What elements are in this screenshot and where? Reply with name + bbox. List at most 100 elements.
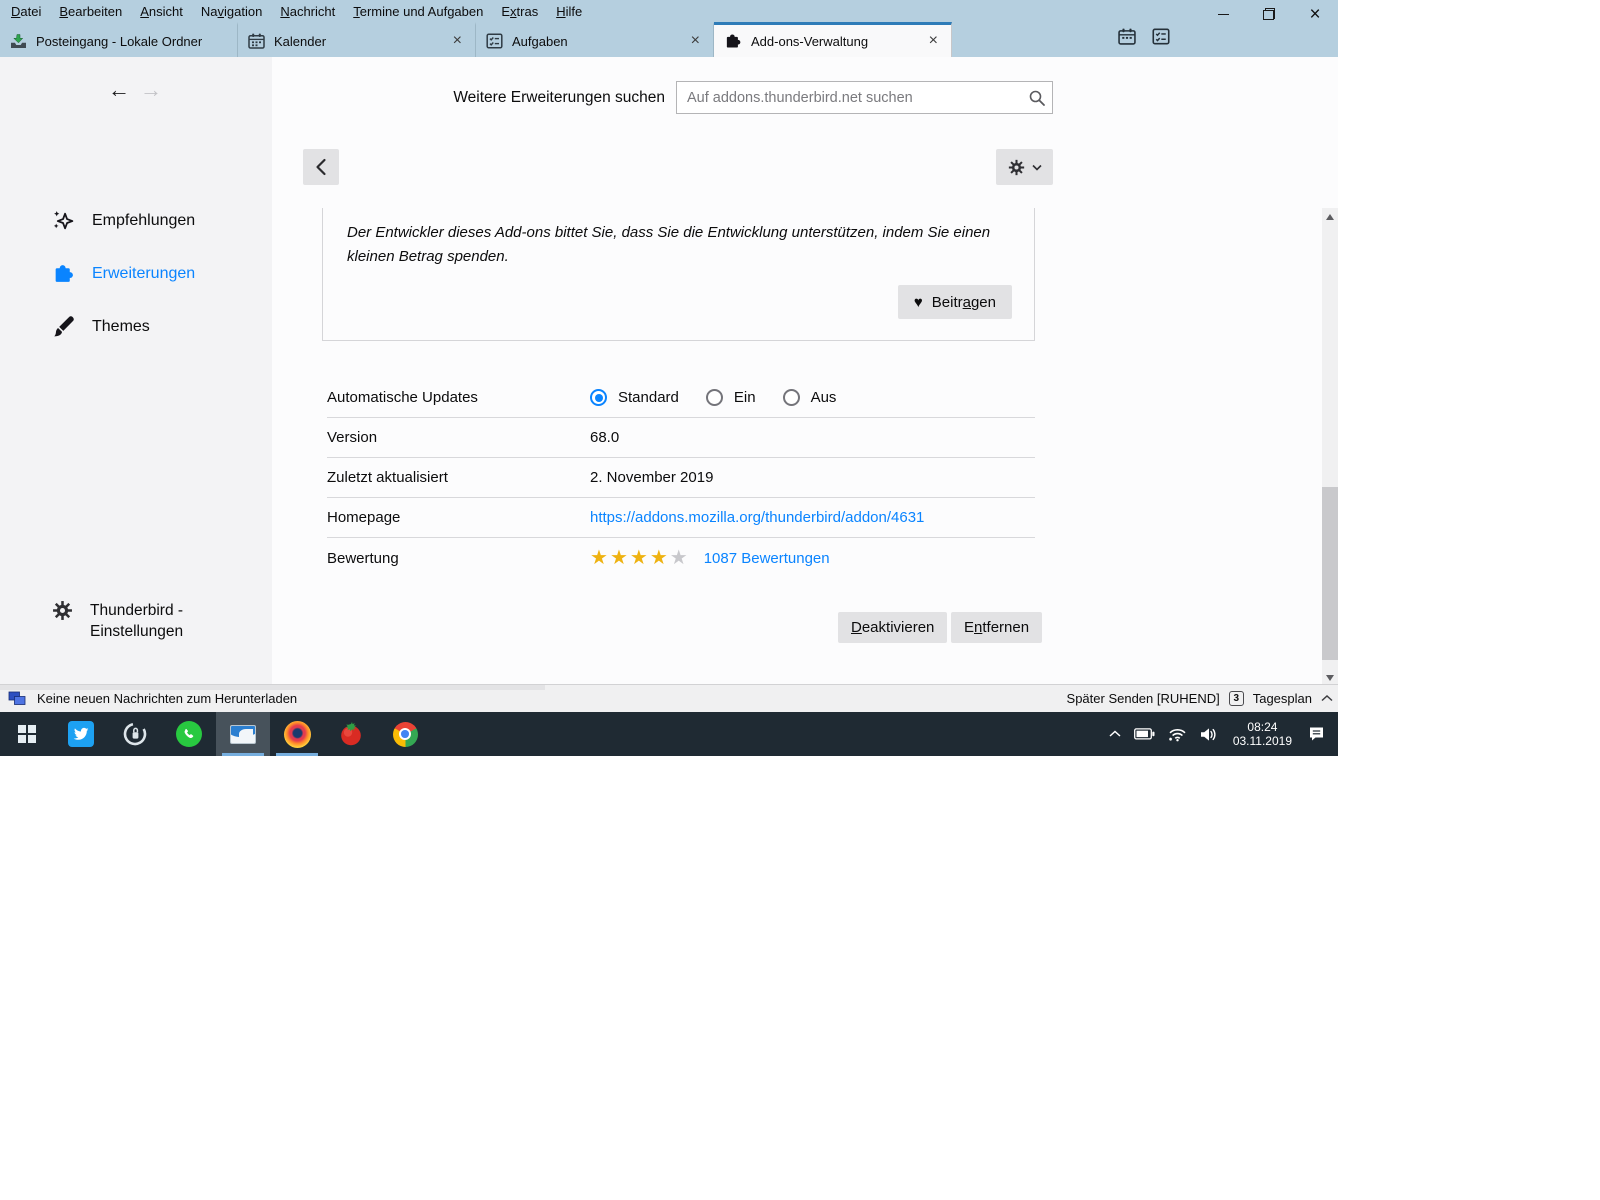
radio-standard[interactable]: Standard	[590, 389, 679, 406]
tab-kalender[interactable]: Kalender ×	[238, 22, 476, 57]
g-lock-icon	[123, 722, 147, 746]
row-label: Homepage	[327, 509, 401, 526]
addons-search-input[interactable]	[676, 81, 1053, 114]
taskbar-chrome[interactable]	[378, 712, 432, 756]
tab-label: Aufgaben	[512, 33, 568, 49]
puzzle-icon	[55, 265, 73, 282]
scrollbar-thumb[interactable]	[1322, 487, 1338, 660]
back-arrow-icon[interactable]: ←	[108, 77, 130, 103]
menu-bearbeiten[interactable]: Bearbeiten	[50, 1, 131, 22]
taskbar-tomato-app[interactable]	[324, 712, 378, 756]
later-send-status: Später Senden [RUHEND]	[1066, 691, 1220, 706]
desktop-screenshot: Datei Bearbeiten Ansicht Navigation Nach…	[0, 0, 1600, 1200]
sidebar-item-label: Erweiterungen	[92, 264, 196, 282]
taskbar-thunderbird[interactable]	[216, 712, 270, 756]
quick-toolbar	[1118, 28, 1170, 45]
contribute-button[interactable]: ♥ Beitragen	[897, 285, 1012, 319]
calendar-icon	[248, 33, 265, 49]
radio-icon[interactable]	[705, 389, 723, 406]
clock-time: 08:24	[1247, 720, 1278, 734]
radio-icon[interactable]	[782, 389, 800, 406]
radio-icon[interactable]	[590, 389, 607, 406]
chrome-icon	[392, 721, 418, 747]
sidebar-item-settings[interactable]: Thunderbird - Einstellungen	[52, 600, 222, 642]
tab-close-icon[interactable]: ×	[688, 33, 703, 49]
tab-posteingang[interactable]: Posteingang - Lokale Ordner	[0, 22, 238, 57]
menu-hilfe[interactable]: Hilfe	[547, 1, 591, 22]
tab-close-icon[interactable]: ×	[926, 33, 941, 49]
scroll-up-button[interactable]	[1322, 208, 1338, 225]
menu-datei[interactable]: Datei	[2, 1, 50, 22]
radio-ein[interactable]: Ein	[705, 389, 756, 406]
history-nav: ← →	[108, 77, 162, 103]
chevron-left-icon	[316, 158, 326, 176]
menu-extras[interactable]: Extras	[492, 1, 547, 22]
row-homepage: Homepage https://addons.mozilla.org/thun…	[327, 498, 1035, 538]
taskbar-whatsapp[interactable]	[162, 712, 216, 756]
wifi-icon[interactable]	[1168, 727, 1187, 742]
auto-updates-radio-group: Standard Ein Aus	[590, 389, 863, 406]
radio-label: Aus	[810, 389, 837, 406]
sidebar-item-erweiterungen[interactable]: Erweiterungen	[0, 247, 272, 300]
taskbar-g-lock-app[interactable]	[108, 712, 162, 756]
rating-stars: ★★★★★	[590, 548, 690, 568]
action-center-icon[interactable]	[1308, 726, 1325, 742]
tasks-quick-icon[interactable]	[1152, 28, 1170, 45]
row-label: Version	[327, 429, 378, 446]
close-icon: ×	[1309, 3, 1321, 25]
taskbar-twitter[interactable]	[54, 712, 108, 756]
remove-button[interactable]: Entfernen	[951, 612, 1043, 643]
twitter-icon	[68, 721, 94, 747]
today-pane-label[interactable]: Tagesplan	[1253, 691, 1312, 706]
sidebar-settings-label: Thunderbird - Einstellungen	[90, 602, 184, 640]
tab-label: Add-ons-Verwaltung	[751, 33, 869, 49]
restore-icon	[1263, 8, 1275, 20]
search-icon	[1029, 90, 1045, 106]
whatsapp-icon	[176, 721, 202, 747]
vertical-scrollbar[interactable]	[1322, 208, 1338, 686]
tab-label: Posteingang - Lokale Ordner	[36, 33, 203, 49]
chevron-up-icon[interactable]	[1321, 695, 1333, 702]
tab-label: Kalender	[274, 33, 327, 49]
row-version: Version 68.0	[327, 418, 1035, 458]
row-label: Bewertung	[327, 549, 399, 567]
taskbar-firefox[interactable]	[270, 712, 324, 756]
today-pane-icon[interactable]: 3	[1228, 691, 1244, 706]
window-chrome: Datei Bearbeiten Ansicht Navigation Nach…	[0, 0, 1338, 57]
deactivate-button[interactable]: Deaktivieren	[838, 612, 948, 643]
windows-logo-icon	[18, 725, 36, 743]
tab-close-icon[interactable]: ×	[450, 33, 465, 49]
row-automatic-updates: Automatische Updates Standard Ein Aus	[327, 378, 1035, 418]
battery-icon[interactable]	[1133, 728, 1155, 740]
menu-termine-und-aufgaben[interactable]: Termine und Aufgaben	[344, 1, 492, 22]
sidebar-item-label: Empfehlungen	[92, 211, 196, 229]
chevron-down-icon	[1031, 164, 1042, 171]
menu-nachricht[interactable]: Nachricht	[271, 1, 344, 22]
menu-navigation[interactable]: Navigation	[192, 1, 271, 22]
row-label: Automatische Updates	[327, 389, 478, 406]
search-field-wrap	[676, 81, 1053, 114]
addon-options-button[interactable]	[996, 149, 1053, 185]
speaker-icon[interactable]	[1200, 727, 1217, 742]
radio-label: Standard	[618, 389, 679, 406]
tab-aufgaben[interactable]: Aufgaben ×	[476, 22, 714, 57]
sidebar-item-themes[interactable]: Themes	[0, 300, 272, 353]
clock-date: 03.11.2019	[1232, 734, 1292, 748]
taskbar-apps	[0, 712, 432, 756]
detail-back-button[interactable]	[303, 149, 339, 185]
radio-aus[interactable]: Aus	[782, 389, 837, 406]
sidebar-item-empfehlungen[interactable]: Empfehlungen	[0, 194, 272, 247]
star-icon: ★	[649, 547, 670, 569]
addons-sidebar: ← → Empfehlungen Erweiterungen Themes Th…	[0, 57, 272, 686]
tray-chevron-up-icon[interactable]	[1109, 730, 1121, 738]
sidebar-list: Empfehlungen Erweiterungen Themes	[0, 194, 272, 353]
contribute-label: Beitragen	[931, 293, 996, 311]
radio-label: Ein	[733, 389, 756, 406]
tray-clock[interactable]: 08:24 03.11.2019	[1230, 720, 1295, 748]
calendar-quick-icon[interactable]	[1118, 28, 1136, 45]
tab-addons-verwaltung[interactable]: Add-ons-Verwaltung ×	[714, 22, 952, 57]
reviews-link[interactable]: 1087 Bewertungen	[704, 550, 830, 567]
menu-ansicht[interactable]: Ansicht	[131, 1, 192, 22]
start-button[interactable]	[0, 712, 54, 756]
homepage-link[interactable]: https://addons.mozilla.org/thunderbird/a…	[590, 509, 924, 526]
